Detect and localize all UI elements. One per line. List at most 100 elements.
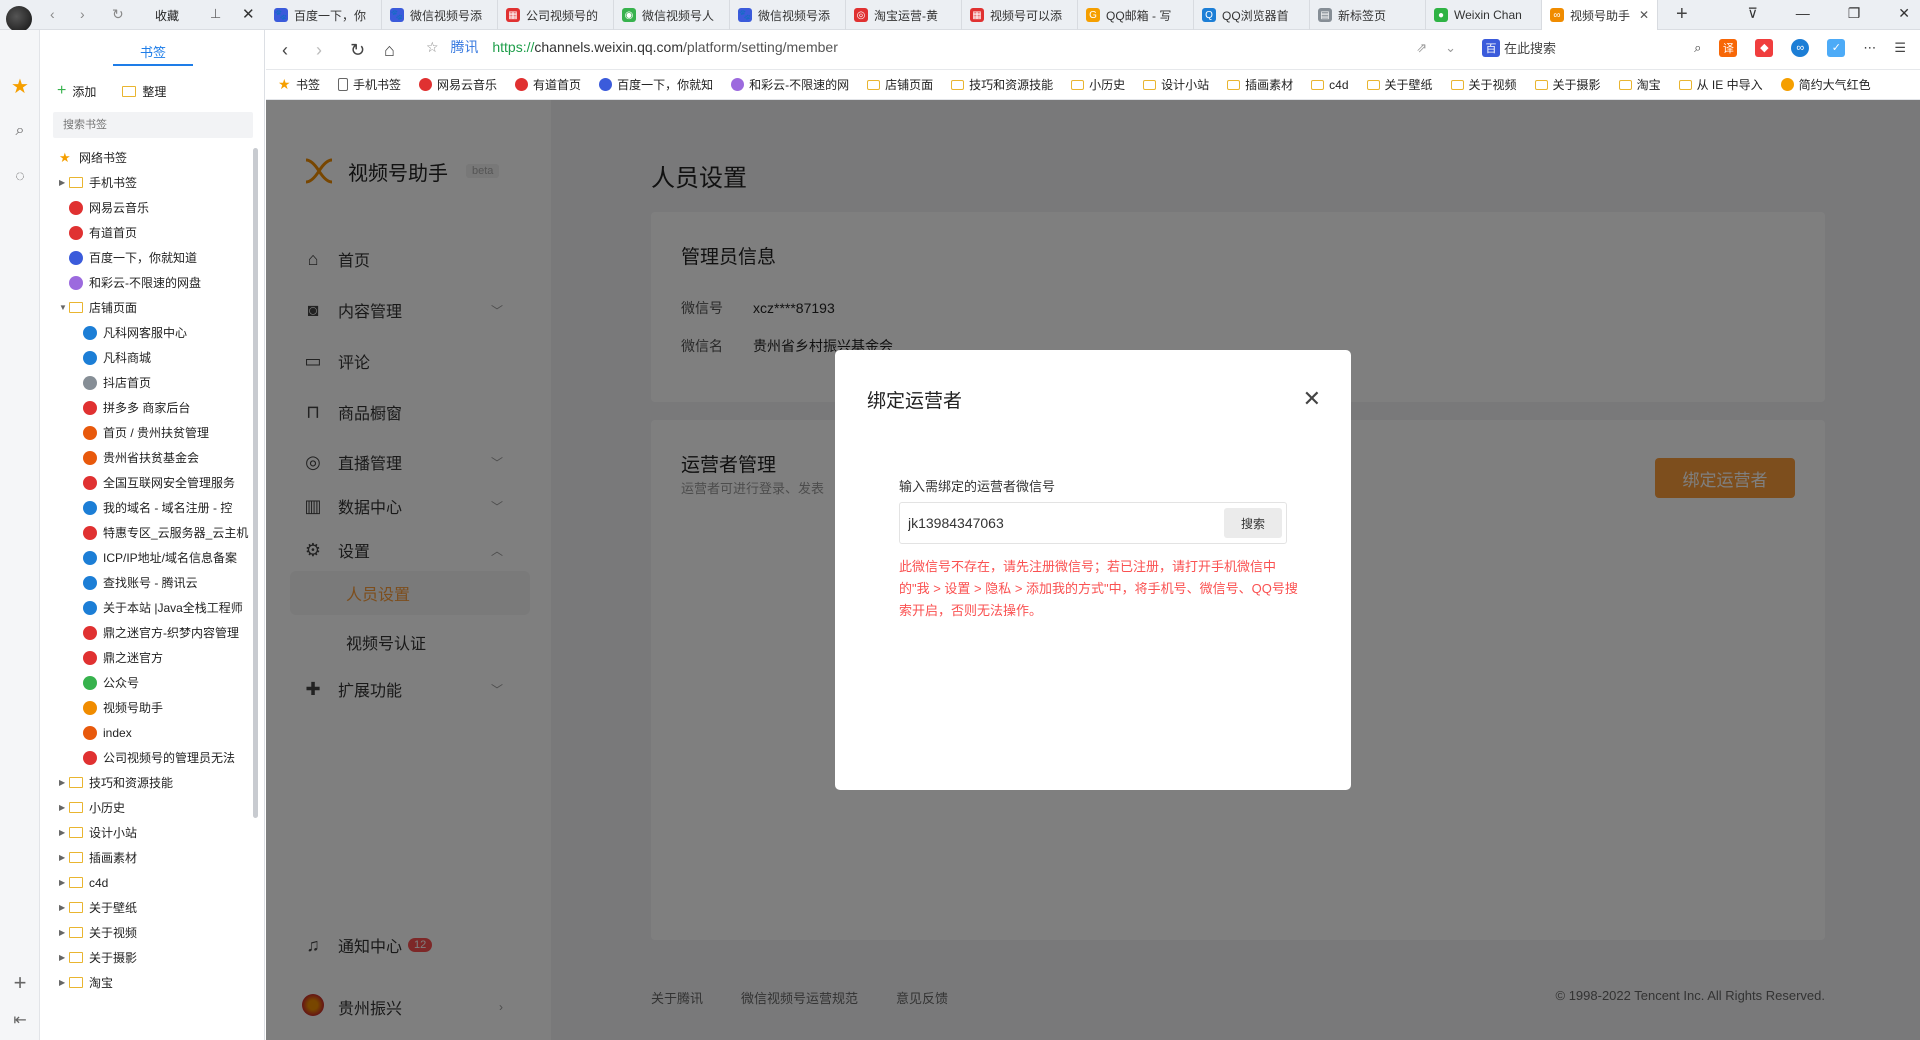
expand-icon[interactable]: ▶ (59, 953, 69, 962)
translate-icon[interactable]: 译 (1719, 38, 1738, 57)
shield-icon[interactable]: ✓ (1827, 38, 1846, 57)
tab-close-icon[interactable]: ✕ (1639, 8, 1649, 22)
expand-icon[interactable]: ▶ (59, 978, 69, 987)
bookmark-bar-item[interactable]: 关于视频 (1450, 76, 1517, 93)
browser-tab[interactable]: ▦ 视频号可以添 (962, 0, 1078, 30)
browser-tab[interactable]: 🐾 微信视频号添 (382, 0, 498, 30)
bookmark-bar-item[interactable]: 和彩云-不限速的网 (731, 76, 849, 93)
bookmark-search-input[interactable] (53, 112, 253, 138)
share-icon[interactable]: ⇗ (1416, 40, 1427, 56)
search-engine-selector[interactable]: 百在此搜索 (1482, 38, 1556, 57)
browser-tab[interactable]: 🐾 微信视频号添 (730, 0, 846, 30)
bookmark-item[interactable]: index (49, 720, 249, 745)
search-button[interactable]: 搜索 (1224, 508, 1282, 538)
bookmark-bar-item[interactable]: 插画素材 (1227, 76, 1293, 93)
bookmark-item[interactable]: 拼多多 商家后台 (49, 395, 249, 420)
forward-small-icon[interactable]: › (80, 6, 85, 22)
bookmark-item[interactable]: 鼎之迷官方-织梦内容管理 (49, 620, 249, 645)
bookmark-bar-item[interactable]: 手机书签 (338, 76, 401, 93)
bookmark-item[interactable]: 全国互联网安全管理服务 (49, 470, 249, 495)
bookmark-bar-item[interactable]: 简约大气红色 (1780, 76, 1871, 93)
bookmark-item[interactable]: ▶ 小历史 (49, 795, 249, 820)
bookmark-bar-item[interactable]: 技巧和资源技能 (951, 76, 1053, 93)
bookmark-item[interactable]: 我的域名 - 域名注册 - 控 (49, 495, 249, 520)
expand-icon[interactable]: ▶ (59, 178, 69, 187)
magnifier-icon[interactable]: ⌕ (1694, 40, 1701, 56)
back-small-icon[interactable]: ‹ (50, 6, 55, 22)
forward-icon[interactable]: › (316, 40, 322, 61)
new-tab-icon[interactable]: + (1676, 3, 1688, 26)
more-icon[interactable]: ⋯ (1863, 40, 1876, 56)
bookmark-item[interactable]: ▶ 手机书签 (49, 170, 249, 195)
add-bookmark-button[interactable]: + 添加 (57, 82, 96, 100)
browser-tab[interactable]: ◉ 微信视频号人 (614, 0, 730, 30)
bookmark-bar-item[interactable]: 店铺页面 (867, 76, 933, 93)
browser-tab[interactable]: ▦ 公司视频号的 (498, 0, 614, 30)
bookmark-bar-item[interactable]: 从 IE 中导入 (1678, 76, 1763, 93)
browser-tab[interactable]: ● Weixin Chan (1426, 0, 1542, 30)
close-icon[interactable]: ✕ (1303, 386, 1321, 412)
browser-tab[interactable]: 🐾 百度一下，你 (266, 0, 382, 30)
bookmark-item[interactable]: ▶ c4d (49, 870, 249, 895)
refresh-icon[interactable]: ↻ (350, 40, 365, 61)
dropdown-icon[interactable]: ⌄ (1445, 40, 1456, 56)
restore-icon[interactable]: ❐ (1848, 5, 1861, 22)
organize-button[interactable]: 整理 (122, 82, 166, 100)
bookmark-scrollbar[interactable] (253, 148, 258, 818)
bookmark-item[interactable]: ▶ 设计小站 (49, 820, 249, 845)
pin-icon[interactable]: ⊥ (210, 6, 221, 22)
bookmark-bar-item[interactable]: 关于摄影 (1534, 76, 1601, 93)
bookmark-item[interactable]: 百度一下，你就知道 (49, 245, 249, 270)
bookmark-bar-item[interactable]: 关于壁纸 (1366, 76, 1433, 93)
bookmark-item[interactable]: 视频号助手 (49, 695, 249, 720)
back-icon[interactable]: ‹ (282, 40, 288, 61)
close-window-icon[interactable]: ✕ (1898, 5, 1910, 22)
game-icon[interactable]: ◆ (1755, 38, 1774, 57)
bookmark-item[interactable]: 有道首页 (49, 220, 249, 245)
bookmark-item[interactable]: 凡科网客服中心 (49, 320, 249, 345)
bookmark-item[interactable]: 公众号 (49, 670, 249, 695)
wechat-id-input[interactable] (900, 503, 1218, 543)
expand-icon[interactable]: ▶ (59, 903, 69, 912)
expand-icon[interactable]: ▶ (59, 803, 69, 812)
expand-icon[interactable]: ▶ (59, 778, 69, 787)
bookmark-item[interactable]: ▶ 关于壁纸 (49, 895, 249, 920)
bookmark-item[interactable]: ▶ 淘宝 (49, 970, 249, 995)
bookmark-item[interactable]: 公司视频号的管理员无法 (49, 745, 249, 770)
menu-icon[interactable]: ⊽ (1747, 5, 1757, 22)
add-icon[interactable]: + (10, 970, 30, 995)
bookmark-item[interactable]: 抖店首页 (49, 370, 249, 395)
bookmark-item[interactable]: ▶ 插画素材 (49, 845, 249, 870)
bookmark-item[interactable]: 首页 / 贵州扶贫管理 (49, 420, 249, 445)
collect-label[interactable]: 收藏 (155, 7, 179, 24)
bookmark-item[interactable]: ▶ 关于视频 (49, 920, 249, 945)
cloud-icon[interactable]: ∞ (1791, 38, 1810, 57)
bookmark-bar-item[interactable]: 百度一下，你就知 (599, 76, 713, 93)
bookmark-item[interactable]: 贵州省扶贫基金会 (49, 445, 249, 470)
bookmark-bar-item[interactable]: c4d (1311, 78, 1349, 92)
bookmark-item[interactable]: 和彩云-不限速的网盘 (49, 270, 249, 295)
user-avatar[interactable] (6, 6, 32, 32)
bookmark-item[interactable]: ICP/IP地址/域名信息备案 (49, 545, 249, 570)
bookmark-item[interactable]: ▶ 关于摄影 (49, 945, 249, 970)
browser-tab[interactable]: G QQ邮箱 - 写 (1078, 0, 1194, 30)
hamburger-icon[interactable]: ☰ (1894, 40, 1906, 56)
bookmark-item[interactable]: 凡科商城 (49, 345, 249, 370)
expand-icon[interactable]: ▶ (59, 928, 69, 937)
minimize-icon[interactable]: — (1796, 5, 1810, 22)
collapse-icon[interactable]: ⇤ (10, 1010, 30, 1030)
url-field[interactable]: ☆ 腾讯 https://channels.weixin.qq.com/plat… (426, 37, 838, 57)
bookmark-bar-item[interactable]: ★ 书签 (278, 76, 320, 93)
star-icon[interactable]: ☆ (426, 39, 439, 55)
bookmark-item[interactable]: ▶ 技巧和资源技能 (49, 770, 249, 795)
bookmark-bar-item[interactable]: 小历史 (1071, 76, 1125, 93)
expand-icon[interactable]: ▶ (59, 853, 69, 862)
chat-icon[interactable]: ◌ (10, 168, 30, 188)
expand-icon[interactable]: ▶ (59, 828, 69, 837)
bookmark-bar-item[interactable]: 有道首页 (515, 76, 581, 93)
bookmark-item[interactable]: 关于本站 |Java全栈工程师 (49, 595, 249, 620)
bookmark-item[interactable]: 鼎之迷官方 (49, 645, 249, 670)
bookmark-bar-item[interactable]: 网易云音乐 (419, 76, 497, 93)
browser-tab[interactable]: ▤ 新标签页 (1310, 0, 1426, 30)
bookmark-item[interactable]: ▼ 店铺页面 (49, 295, 249, 320)
